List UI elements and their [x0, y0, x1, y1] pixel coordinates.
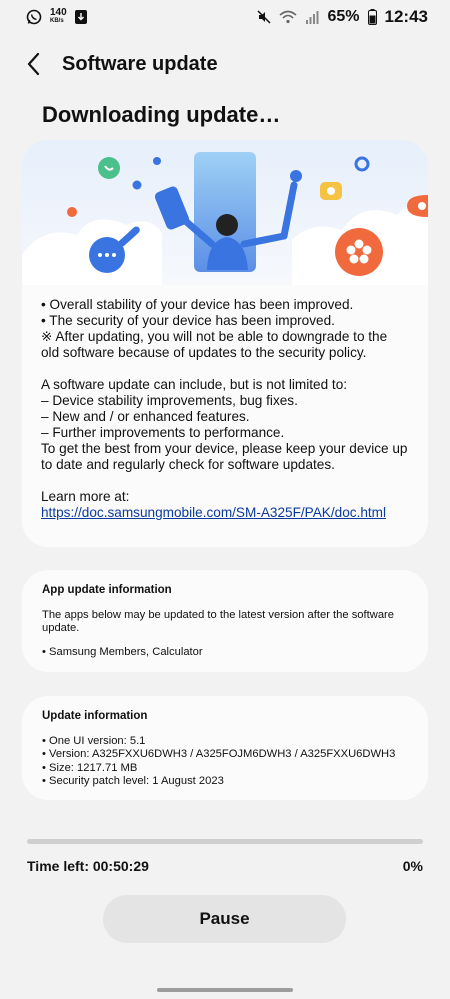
pause-button[interactable]: Pause	[103, 895, 346, 943]
status-left: 140 KB/s	[26, 7, 87, 25]
update-info-line: • One UI version: 5.1	[42, 734, 146, 747]
download-icon	[74, 10, 87, 24]
status-bar: 140 KB/s 65% 12:43	[0, 0, 450, 34]
note-line: ※ After updating, you will not be able t…	[41, 329, 388, 360]
back-button[interactable]	[10, 40, 58, 88]
keep-updated-text: To get the best from your device, please…	[41, 441, 408, 472]
update-info-line: • Version: A325FXXU6DWH3 / A325FOJM6DWH3…	[42, 748, 396, 760]
app-update-list: • Samsung Members, Calculator	[42, 645, 203, 658]
speed-unit: KB/s	[50, 18, 64, 24]
clock: 12:43	[384, 7, 428, 26]
chevron-left-icon	[27, 52, 40, 76]
battery-icon	[367, 9, 377, 25]
progress-percent: 0%	[402, 858, 423, 874]
learn-more-label: Learn more at:	[41, 489, 130, 504]
speed-value: 140	[50, 7, 67, 18]
includes-intro: A software update can include, but is no…	[41, 377, 348, 392]
app-bar: Software update	[0, 40, 450, 88]
includes-item: – Device stability improvements, bug fix…	[41, 393, 298, 408]
time-left-label: Time left: 00:50:29	[27, 858, 149, 874]
status-right: 65% 12:43	[257, 7, 428, 27]
app-update-title: App update information	[42, 584, 172, 596]
download-status-heading: Downloading update…	[42, 102, 281, 127]
note-line: • The security of your device has been i…	[41, 313, 335, 328]
mute-icon	[257, 10, 272, 24]
app-update-card: App update information The apps below ma…	[22, 570, 428, 672]
network-speed: 140 KB/s	[50, 7, 67, 25]
note-line: • Overall stability of your device has b…	[41, 297, 354, 312]
download-progress-bar	[27, 839, 423, 844]
home-indicator[interactable]	[157, 988, 293, 992]
update-info-card: Update information • One UI version: 5.1…	[22, 696, 428, 800]
wifi-icon	[279, 10, 298, 24]
signal-icon	[306, 11, 319, 24]
learn-more-link[interactable]: https://doc.samsungmobile.com/SM-A325F/P…	[41, 505, 386, 520]
release-notes-card: • Overall stability of your device has b…	[22, 140, 428, 547]
whatsapp-icon	[26, 9, 42, 25]
includes-item: – New and / or enhanced features.	[41, 409, 250, 424]
update-info-line: • Security patch level: 1 August 2023	[42, 775, 224, 787]
includes-item: – Further improvements to performance.	[41, 425, 285, 440]
release-notes: • Overall stability of your device has b…	[22, 285, 428, 521]
update-info-title: Update information	[42, 710, 148, 722]
page-title: Software update	[62, 52, 218, 75]
update-illustration	[22, 140, 428, 285]
battery-percent: 65%	[327, 8, 360, 25]
update-info-line: • Size: 1217.71 MB	[42, 761, 138, 774]
app-update-description: The apps below may be updated to the lat…	[42, 608, 394, 635]
